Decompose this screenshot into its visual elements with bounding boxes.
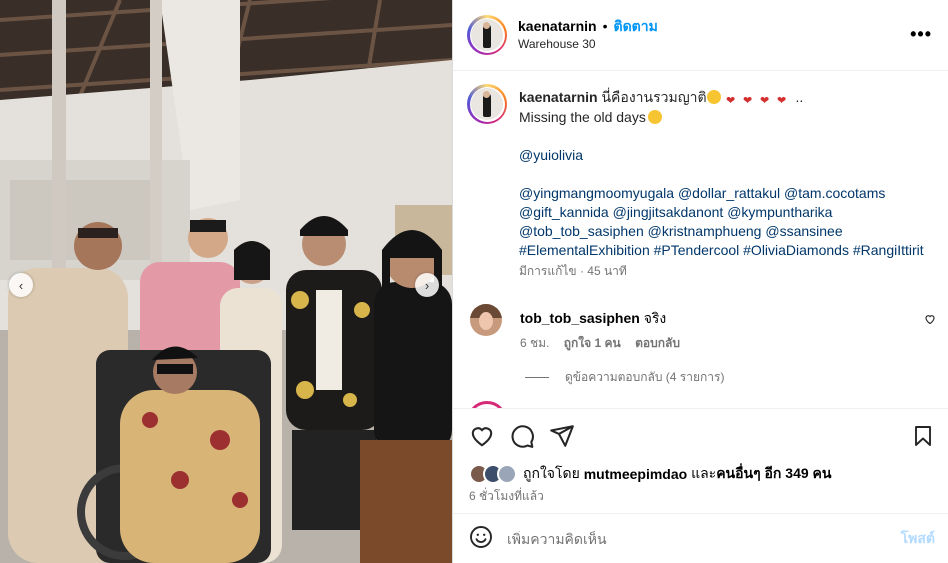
heart-emoji-icon: ❤ bbox=[725, 95, 736, 107]
emoji-picker-icon[interactable] bbox=[469, 525, 493, 552]
comment-item: tob_tob_sasiphen จริง 6 ชม. ถูกใจ 1 คน ต… bbox=[470, 304, 680, 350]
share-icon[interactable] bbox=[549, 423, 575, 449]
comment-input[interactable] bbox=[507, 530, 867, 547]
next-photo-button[interactable]: › bbox=[415, 273, 439, 297]
comments-section[interactable]: kaenatarnin นี่คืองานรวมญาติ ❤ ❤ ❤ ❤ .. Miss… bbox=[453, 72, 948, 408]
author-username[interactable]: kaenatarnin bbox=[518, 18, 597, 34]
rofl-emoji-icon bbox=[706, 90, 721, 104]
comment-likes[interactable]: ถูกใจ 1 คน bbox=[564, 336, 621, 350]
reply-button[interactable]: ตอบกลับ bbox=[635, 336, 680, 350]
comment-composer: โพสต์ bbox=[453, 513, 948, 563]
mentions-line-4[interactable]: @yingmangmoomyugala @dollar_rattakul @ta… bbox=[519, 184, 939, 203]
post-dialog: ‹ › kaenatarnin • ติดตาม Warehouse 30 ••• bbox=[0, 0, 948, 563]
chevron-right-icon: › bbox=[424, 277, 430, 293]
post-time: 6 ชั่วโมงที่แล้ว bbox=[469, 489, 544, 503]
caption-avatar[interactable] bbox=[467, 84, 507, 124]
comment-like-icon[interactable] bbox=[924, 312, 936, 328]
caption-line2: Missing the old days bbox=[519, 109, 646, 125]
edited-label: มีการแก้ไข bbox=[519, 264, 577, 278]
like-icon[interactable] bbox=[469, 423, 495, 449]
chevron-left-icon: ‹ bbox=[18, 277, 24, 293]
post-photo[interactable]: ‹ › bbox=[0, 0, 452, 563]
smile-emoji-icon bbox=[647, 110, 662, 124]
post-actions: ถูกใจโดย mutmeepimdao และ คนอื่นๆ อีก 349… bbox=[453, 408, 948, 513]
comment-text: จริง bbox=[643, 310, 667, 326]
commenter-avatar[interactable] bbox=[470, 304, 502, 336]
mentions-line-5[interactable]: @gift_kannida @jingjitsakdanont @kympunt… bbox=[519, 203, 939, 222]
follow-button[interactable]: ติดตาม bbox=[614, 18, 658, 34]
more-options-icon[interactable]: ••• bbox=[910, 24, 932, 45]
liker-avatars bbox=[469, 464, 517, 484]
heart-emoji-icon: ❤ bbox=[742, 95, 753, 107]
caption-line1: นี่คืองานรวมญาติ bbox=[601, 89, 707, 105]
next-comment-avatar[interactable] bbox=[467, 401, 507, 408]
previous-photo-button[interactable]: ‹ bbox=[9, 273, 33, 297]
edited-time: 45 นาที bbox=[587, 264, 627, 278]
post-side-panel: kaenatarnin • ติดตาม Warehouse 30 ••• kaen… bbox=[452, 0, 948, 563]
other-likers[interactable]: คนอื่นๆ อีก 349 คน bbox=[716, 463, 831, 485]
heart-emoji-icon: ❤ bbox=[776, 95, 787, 107]
group-photo-illustration bbox=[0, 0, 452, 563]
comment-icon[interactable] bbox=[509, 423, 535, 449]
likes-summary[interactable]: ถูกใจโดย mutmeepimdao และ คนอื่นๆ อีก 349… bbox=[469, 463, 831, 485]
author-avatar[interactable] bbox=[467, 15, 507, 55]
comment-time: 6 ชม. bbox=[520, 336, 550, 350]
caption-block bbox=[467, 84, 507, 124]
post-location[interactable]: Warehouse 30 bbox=[518, 35, 658, 53]
heart-emoji-icon: ❤ bbox=[759, 95, 770, 107]
post-comment-button[interactable]: โพสต์ bbox=[901, 528, 935, 550]
mentions-line-6[interactable]: @tob_tob_sasiphen @kristnamphueng @ssans… bbox=[519, 222, 939, 241]
view-replies-button[interactable]: ดูข้อความตอบกลับ (4 รายการ) bbox=[525, 368, 724, 387]
caption-text: kaenatarnin นี่คืองานรวมญาติ ❤ ❤ ❤ ❤ .. Miss… bbox=[519, 88, 939, 281]
hashtags-line[interactable]: #ElementalExhibition #PTendercool #Olivi… bbox=[519, 241, 939, 260]
post-header: kaenatarnin • ติดตาม Warehouse 30 ••• bbox=[453, 0, 948, 71]
caption-username[interactable]: kaenatarnin bbox=[519, 89, 598, 105]
mention-link[interactable]: @yuiolivia bbox=[519, 147, 583, 163]
save-bookmark-icon[interactable] bbox=[911, 423, 935, 449]
liker-username[interactable]: mutmeepimdao bbox=[584, 466, 687, 482]
commenter-username[interactable]: tob_tob_sasiphen bbox=[520, 310, 640, 326]
